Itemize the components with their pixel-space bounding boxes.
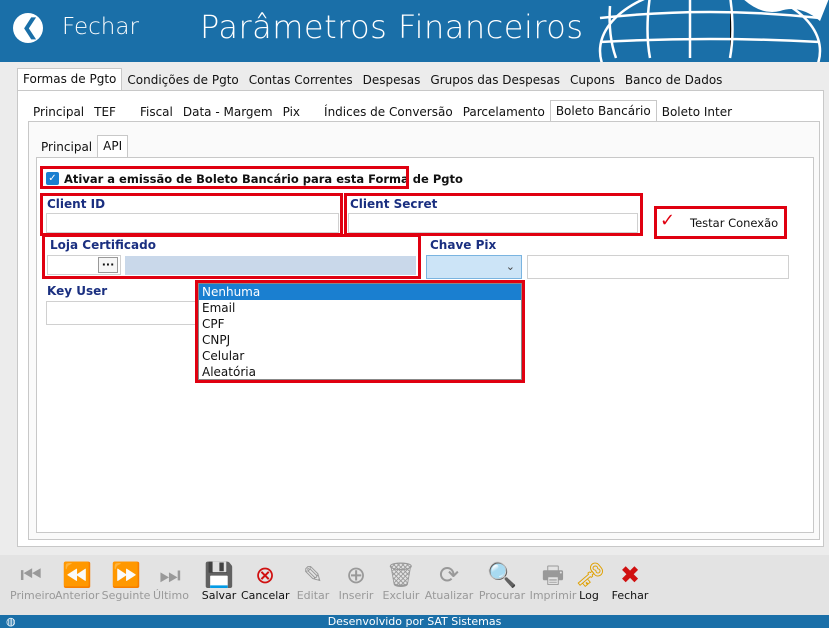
next-record-icon: ⏩ bbox=[111, 561, 141, 589]
tab-fiscal[interactable]: Fiscal bbox=[135, 102, 178, 122]
next-button[interactable]: ⏩ Seguinte bbox=[101, 561, 151, 602]
footer: ◍ Desenvolvido por SAT Sistemas bbox=[0, 615, 829, 628]
tab-banco-dados[interactable]: Banco de Dados bbox=[620, 70, 728, 90]
key-user-input[interactable] bbox=[46, 301, 206, 325]
delete-button[interactable]: 🗑 Excluir bbox=[381, 561, 421, 602]
log-button[interactable]: 🗝 Log bbox=[575, 561, 606, 602]
tab-grupos-despesas[interactable]: Grupos das Despesas bbox=[425, 70, 565, 90]
cancel-icon: ⊗ bbox=[254, 561, 276, 589]
close-link[interactable]: Fechar bbox=[62, 14, 139, 40]
tab-principal[interactable]: Principal bbox=[28, 102, 89, 122]
inner-tabs: Principal API bbox=[36, 135, 129, 157]
edit-icon: ✎ bbox=[302, 561, 324, 589]
insert-button[interactable]: ⊕ Inserir bbox=[337, 561, 375, 602]
highlight-activate bbox=[40, 166, 409, 189]
first-record-icon: ⏮ bbox=[20, 561, 42, 589]
close-icon: ✖ bbox=[619, 561, 641, 589]
highlight-dropdown bbox=[195, 280, 525, 383]
tab-cupons[interactable]: Cupons bbox=[565, 70, 620, 90]
footer-text: Desenvolvido por SAT Sistemas bbox=[327, 615, 502, 628]
app-header: ❮ Fechar Parâmetros Financeiros bbox=[0, 0, 829, 62]
printer-icon: 🖶 bbox=[541, 561, 565, 589]
highlight-client-id bbox=[40, 193, 343, 236]
key-user-label: Key User bbox=[47, 284, 108, 298]
highlight-loja-certificado bbox=[42, 234, 421, 279]
cancel-button[interactable]: ⊗ Cancelar bbox=[241, 561, 290, 602]
tab-boleto-bancario[interactable]: Boleto Bancário bbox=[549, 100, 657, 122]
search-icon: 🔍 bbox=[487, 561, 517, 589]
key-icon: 🗝 bbox=[575, 561, 606, 589]
tab-contas-correntes[interactable]: Contas Correntes bbox=[244, 70, 358, 90]
tab-parcelamento[interactable]: Parcelamento bbox=[458, 102, 550, 122]
tab-api[interactable]: API bbox=[97, 135, 129, 157]
save-icon: 💾 bbox=[204, 561, 234, 589]
trash-icon: 🗑 bbox=[385, 561, 417, 589]
chave-pix-value-input[interactable] bbox=[527, 255, 789, 279]
last-button[interactable]: ⏭ Último bbox=[153, 561, 189, 602]
last-record-icon: ⏭ bbox=[159, 561, 181, 589]
tab-inner-principal[interactable]: Principal bbox=[36, 137, 97, 157]
previous-record-icon: ⏪ bbox=[62, 561, 92, 589]
previous-button[interactable]: ⏪ Anterior bbox=[55, 561, 99, 602]
plus-icon: ⊕ bbox=[345, 561, 367, 589]
tab-condicoes-pgto[interactable]: Condições de Pgto bbox=[122, 70, 243, 90]
chave-pix-select[interactable]: ⌄ bbox=[426, 255, 522, 279]
first-button[interactable]: ⏮ Primeiro bbox=[10, 561, 56, 602]
tab-indices-conversao[interactable]: Índices de Conversão bbox=[319, 102, 458, 122]
tab-boleto-inter[interactable]: Boleto Inter bbox=[657, 102, 737, 122]
highlight-client-secret bbox=[344, 193, 643, 236]
tab-data-margem[interactable]: Data - Margem bbox=[178, 102, 278, 122]
highlight-test-button bbox=[654, 206, 787, 239]
globe-icon bbox=[598, 0, 829, 62]
back-button[interactable]: ❮ bbox=[13, 13, 43, 43]
globe-small-icon: ◍ bbox=[6, 615, 16, 628]
chevron-left-icon: ❮ bbox=[21, 15, 40, 40]
print-button[interactable]: 🖶 Imprimir bbox=[529, 561, 577, 602]
page-title: Parâmetros Financeiros bbox=[200, 8, 584, 46]
tab-tef[interactable]: TEF bbox=[89, 102, 121, 122]
tab-formas-pgto[interactable]: Formas de Pgto bbox=[17, 68, 123, 90]
save-button[interactable]: 💾 Salvar bbox=[200, 561, 238, 602]
refresh-icon: ⟳ bbox=[438, 561, 460, 589]
search-button[interactable]: 🔍 Procurar bbox=[476, 561, 528, 602]
chevron-down-icon: ⌄ bbox=[505, 260, 515, 273]
close-button[interactable]: ✖ Fechar bbox=[609, 561, 651, 602]
refresh-button[interactable]: ⟳ Atualizar bbox=[423, 561, 475, 602]
sub-tabs: Principal TEF Fiscal Data - Margem Pix Í… bbox=[28, 100, 737, 122]
edit-button[interactable]: ✎ Editar bbox=[295, 561, 331, 602]
main-tabs: Formas de Pgto Condições de Pgto Contas … bbox=[17, 68, 727, 90]
chave-pix-label: Chave Pix bbox=[430, 238, 497, 252]
tab-pix[interactable]: Pix bbox=[278, 102, 305, 122]
tab-despesas[interactable]: Despesas bbox=[358, 70, 426, 90]
navigation-toolbar: ⏮ Primeiro ⏪ Anterior ⏩ Seguinte ⏭ Último 💾 S… bbox=[0, 555, 829, 615]
